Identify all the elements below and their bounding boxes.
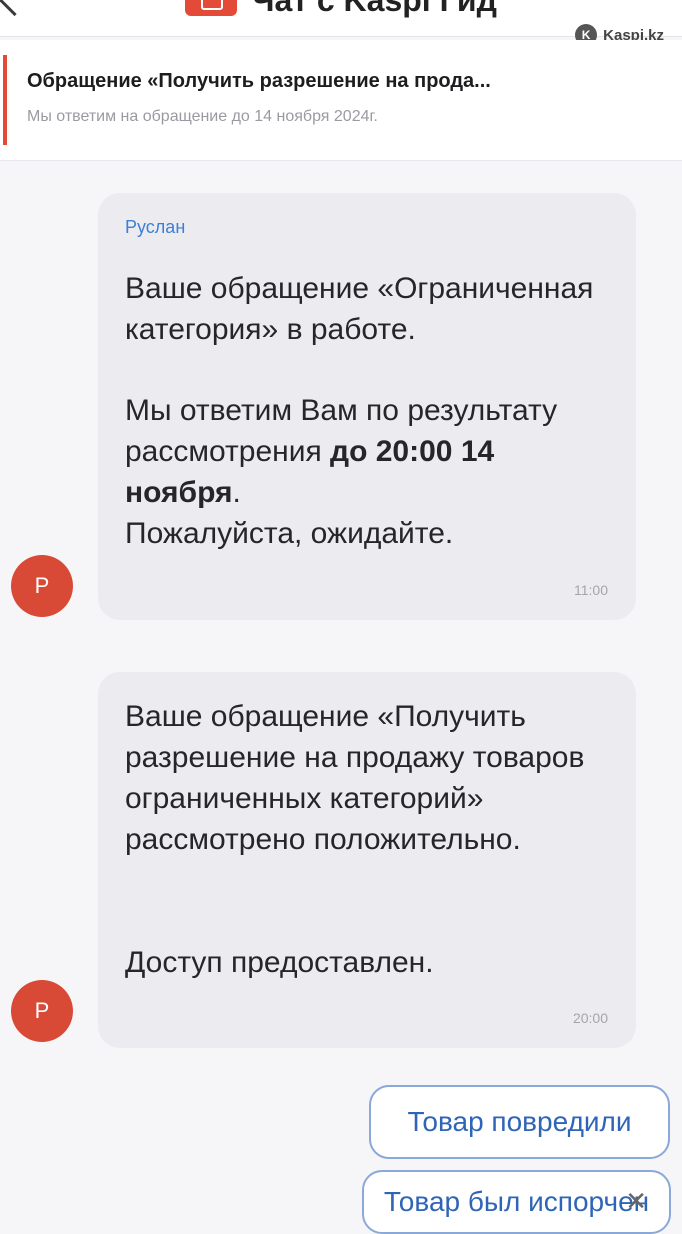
- message-bubble: Руслан Ваше обращение «Ограниченная кате…: [98, 193, 636, 620]
- quick-reply-label: Товар был испорчен: [383, 1186, 650, 1217]
- back-arrow-icon[interactable]: [0, 0, 33, 17]
- message-text: Доступ предоставлен.: [125, 946, 434, 979]
- chat-icon: [185, 0, 237, 16]
- message-bubble: Ваше обращение «Получить разрешение на п…: [98, 672, 636, 1048]
- sender-name: Руслан: [125, 217, 186, 237]
- banner-subtitle: Мы ответим на обращение до 14 ноября 202…: [27, 108, 378, 125]
- banner-accent-bar: [3, 55, 7, 145]
- chat-title: Чат с Kaspi Гид: [252, 0, 497, 18]
- message-text: Ваше обращение «Получить разрешение на п…: [125, 700, 585, 856]
- avatar: Р: [11, 980, 73, 1042]
- message-text: Ваше обращение «Ограниченная категория» …: [125, 272, 594, 346]
- quick-reply-button[interactable]: Товар повредили: [369, 1085, 670, 1159]
- message-text-part: Пожалуйста, ожидайте.: [125, 517, 454, 550]
- message-time: 11:00: [574, 582, 608, 598]
- banner-title: Обращение «Получить разрешение на прода.…: [27, 70, 491, 92]
- request-banner[interactable]: Обращение «Получить разрешение на прода.…: [0, 40, 682, 161]
- message-time: 20:00: [572, 1010, 608, 1026]
- message-text-part: .: [232, 476, 241, 509]
- avatar: Р: [11, 555, 73, 617]
- close-icon[interactable]: ✕: [625, 1186, 647, 1217]
- message-text: Мы ответим Вам по результату рассмотрени…: [125, 390, 615, 554]
- quick-reply-button[interactable]: Товар был испорчен ✕: [362, 1170, 671, 1234]
